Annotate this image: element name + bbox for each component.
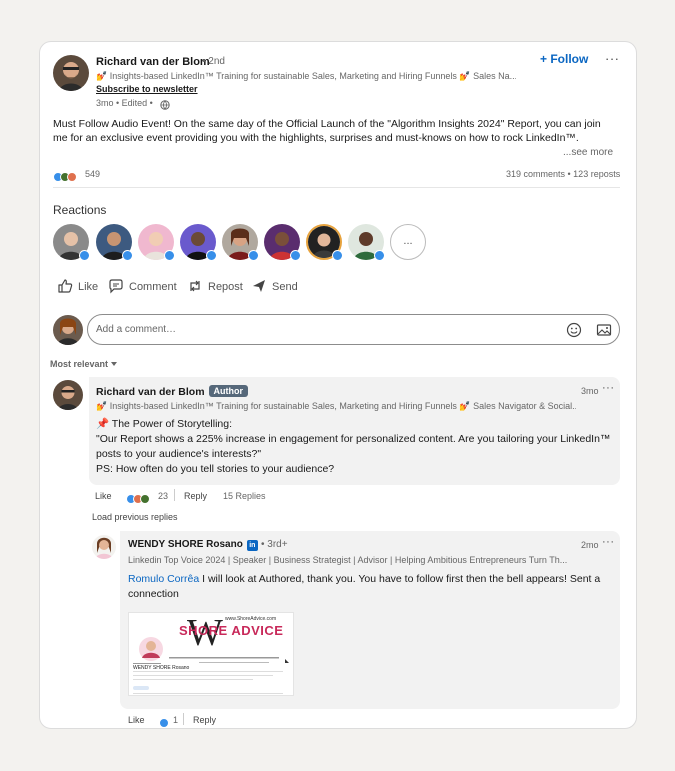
comment-text-line-3: posts to your audience's interests?": [96, 448, 262, 460]
reply-reaction-icons[interactable]: [159, 714, 169, 732]
more-reactions-button[interactable]: ...: [390, 224, 426, 260]
like-badge-icon: [206, 250, 217, 261]
like-label: Like: [78, 281, 99, 293]
author-badge: Author: [208, 385, 249, 397]
reply-author-name[interactable]: WENDY SHORE Rosano in: [128, 539, 258, 551]
send-button[interactable]: Send: [251, 278, 298, 296]
author-avatar[interactable]: [53, 55, 89, 91]
reaction-icons[interactable]: [53, 168, 77, 186]
reply-reply-button[interactable]: Reply: [193, 715, 216, 725]
comment-text-line-1: 📌 The Power of Storytelling:: [96, 418, 233, 430]
reply-time: 2mo: [581, 540, 599, 550]
reply-more-button[interactable]: ···: [602, 536, 615, 548]
post-body-line-1: Must Follow Audio Event! On the same day…: [53, 118, 601, 130]
comment-label: Comment: [129, 281, 177, 293]
comment-text-line-2: "Our Report shows a 225% increase in eng…: [96, 433, 611, 445]
comment-reply-button[interactable]: Reply: [184, 491, 207, 501]
comment-input[interactable]: Add a comment…: [87, 314, 620, 345]
mention-link[interactable]: Romulo Corrêa: [128, 573, 199, 585]
caret-down-icon: [110, 362, 117, 366]
like-badge-icon: [248, 250, 259, 261]
comment-author-name[interactable]: Richard van der Blom Author: [96, 385, 249, 398]
globe-icon: [160, 97, 170, 115]
reply-attachment-image[interactable]: W www.ShoreAdvice.com SHORE ADVICE WENDY…: [128, 612, 294, 696]
post-more-button[interactable]: ···: [605, 51, 620, 66]
reply-text-line-1: Romulo Corrêa I will look at Authored, t…: [128, 572, 600, 587]
comment-text-line-4: PS: How often do you tell stories to you…: [96, 463, 335, 475]
reply-author-label: WENDY SHORE Rosano: [128, 539, 243, 550]
post-timestamp: 3mo • Edited •: [96, 98, 153, 108]
image-icon[interactable]: [596, 322, 612, 343]
comment-more-button[interactable]: ···: [602, 382, 615, 394]
like-badge-icon: [290, 250, 301, 261]
reaction-count[interactable]: 549: [85, 169, 100, 179]
sort-label: Most relevant: [50, 359, 109, 369]
send-label: Send: [272, 281, 298, 293]
thumbs-up-icon: [57, 278, 73, 297]
repost-label: Repost: [208, 281, 243, 293]
reply-text: I will look at Authored, thank you. You …: [199, 573, 601, 585]
reply-like-button[interactable]: Like: [128, 715, 145, 725]
send-icon: [251, 278, 267, 297]
celebrate-reaction-icon: [140, 494, 150, 504]
connection-degree: • 2nd: [202, 56, 225, 67]
image-url-text: www.ShoreAdvice.com: [225, 616, 277, 622]
comment-replies-count[interactable]: 15 Replies: [223, 491, 266, 501]
comment-time: 3mo: [581, 386, 599, 396]
like-badge-icon: [79, 250, 90, 261]
separator: [174, 489, 175, 501]
image-brand-text: SHORE ADVICE: [179, 623, 284, 638]
comment-button[interactable]: Comment: [108, 278, 177, 296]
author-name[interactable]: Richard van der Blom: [96, 56, 210, 68]
comment-author-label: Richard van der Blom: [96, 386, 205, 398]
divider: [53, 187, 620, 188]
love-reaction-icon: [67, 172, 77, 182]
linkedin-icon: in: [246, 540, 258, 551]
comment-like-button[interactable]: Like: [95, 491, 112, 501]
comment-icon: [108, 278, 124, 297]
author-headline: 💅 Insights-based LinkedIn™ Training for …: [96, 71, 516, 81]
like-badge-icon: [332, 250, 343, 261]
image-name-text: WENDY SHORE Rosano: [133, 665, 190, 671]
like-reaction-icon: [159, 718, 169, 728]
like-badge-icon: [122, 250, 133, 261]
reply-author-headline: Linkedin Top Voice 2024 | Speaker | Busi…: [128, 555, 568, 565]
post-body-line-2: me for an exclusive event providing you …: [53, 132, 579, 144]
like-button[interactable]: Like: [57, 278, 98, 296]
comment-reaction-count[interactable]: 23: [158, 491, 168, 501]
subscribe-newsletter-link[interactable]: Subscribe to newsletter: [96, 84, 198, 94]
commenter-avatar[interactable]: [53, 380, 83, 410]
comment-input-placeholder: Add a comment…: [96, 324, 177, 335]
comment-reaction-icons[interactable]: [126, 490, 150, 508]
like-badge-icon: [374, 250, 385, 261]
separator: [183, 713, 184, 725]
reply-text-line-2: connection: [128, 588, 179, 600]
see-more-link[interactable]: ...see more: [563, 147, 613, 158]
load-previous-replies[interactable]: Load previous replies: [92, 512, 178, 522]
follow-button[interactable]: + Follow: [540, 52, 588, 66]
like-badge-icon: [164, 250, 175, 261]
reactions-title: Reactions: [53, 203, 107, 217]
reply-reaction-count[interactable]: 1: [173, 715, 178, 725]
repost-button[interactable]: Repost: [187, 278, 243, 296]
reply-degree: • 3rd+: [261, 539, 288, 550]
sort-dropdown[interactable]: Most relevant: [50, 359, 117, 369]
comment-author-headline: 💅 Insights-based LinkedIn™ Training for …: [96, 401, 576, 411]
current-user-avatar: [53, 315, 83, 345]
reply-author-avatar[interactable]: [92, 535, 116, 559]
comments-reposts-count[interactable]: 319 comments • 123 reposts: [506, 169, 620, 179]
repost-icon: [187, 278, 203, 297]
emoji-icon[interactable]: [566, 322, 582, 343]
